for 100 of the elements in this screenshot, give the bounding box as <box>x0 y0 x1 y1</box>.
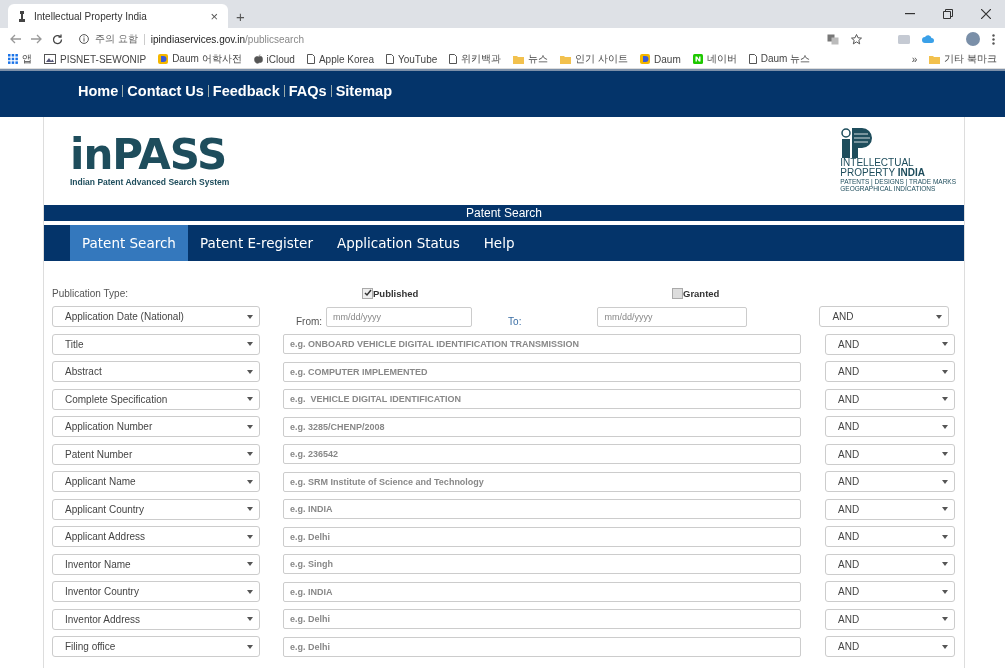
dropdown[interactable]: Abstract <box>52 361 260 383</box>
caret-icon <box>942 562 948 567</box>
dropdown[interactable]: AND <box>825 388 955 410</box>
nav-tab[interactable]: Patent Search <box>70 225 188 261</box>
caret-icon <box>247 397 253 402</box>
new-tab-button[interactable]: + <box>236 8 245 28</box>
apple-icon <box>253 54 263 64</box>
restore-icon[interactable] <box>943 9 953 19</box>
nav-link[interactable]: Home <box>78 83 119 99</box>
search-field[interactable]: e.g. Delhi <box>283 609 801 630</box>
cloud-icon[interactable] <box>922 35 934 43</box>
checkbox[interactable] <box>672 287 683 299</box>
page-icon <box>386 54 394 64</box>
tab-close-button[interactable]: × <box>210 8 218 24</box>
dropdown[interactable]: AND <box>825 526 955 548</box>
search-field[interactable]: e.g. 236542 <box>283 444 801 465</box>
menu-icon[interactable] <box>992 33 995 45</box>
caret-icon <box>247 424 253 429</box>
search-field[interactable]: e.g. ONBOARD VEHICLE DIGITAL IDENTIFICATION TRANSMISSION <box>283 334 801 355</box>
bookmark-item[interactable]: iCloud <box>253 53 295 65</box>
nav-tab[interactable]: Application Status <box>324 225 472 261</box>
dropdown[interactable]: AND <box>819 306 950 328</box>
page-icon <box>449 54 458 64</box>
nav-tab[interactable]: Patent E-register <box>187 225 325 261</box>
nav-link[interactable]: Contact Us <box>127 83 204 99</box>
star-icon[interactable] <box>851 33 862 45</box>
search-field[interactable]: e.g. INDIA <box>283 581 801 602</box>
dropdown[interactable]: AND <box>825 443 955 465</box>
dropdown[interactable]: AND <box>825 361 955 383</box>
avatar-icon[interactable] <box>966 32 980 46</box>
bookmark-item[interactable]: Apple Korea <box>306 53 374 65</box>
dropdown[interactable]: Patent Number <box>52 443 260 465</box>
dropdown[interactable]: Applicant Country <box>52 498 260 520</box>
bookmark-item[interactable]: 인기 사이트 <box>560 52 629 66</box>
bookmark-item[interactable]: 뉴스 <box>513 52 549 66</box>
dropdown[interactable]: Inventor Name <box>52 553 260 575</box>
dropdown[interactable]: AND <box>825 416 955 438</box>
forward-icon[interactable] <box>31 34 42 44</box>
apps-grid-icon <box>8 54 18 64</box>
search-field[interactable]: e.g. Singh <box>283 554 801 575</box>
tab-title: Intellectual Property India <box>34 10 148 22</box>
translate-icon[interactable] <box>827 33 839 45</box>
bookmark-item[interactable]: 기타 북마크 <box>929 52 997 66</box>
nav-link[interactable]: Sitemap <box>335 83 393 99</box>
bookmark-item[interactable]: 네이버 <box>692 52 737 66</box>
nav-link[interactable]: FAQs <box>288 83 327 99</box>
bookmark-item[interactable]: Daum <box>640 53 681 65</box>
date-field[interactable]: mm/dd/yyyy <box>597 306 748 327</box>
dropdown[interactable]: AND <box>825 636 955 658</box>
caret-icon <box>942 424 948 429</box>
address-bar[interactable]: 주의 요함 ipindiaservices.gov.in/publicsearch <box>73 30 817 48</box>
back-icon[interactable] <box>10 34 21 44</box>
bookmark-item[interactable]: Daum 뉴스 <box>748 52 811 66</box>
emblem-icon <box>18 10 26 22</box>
close-icon[interactable] <box>981 9 991 19</box>
minimize-icon[interactable] <box>905 13 915 15</box>
search-field[interactable]: e.g. VEHICLE DIGITAL IDENTIFICATION <box>283 389 801 410</box>
search-field[interactable]: e.g. COMPUTER IMPLEMENTED <box>283 361 801 382</box>
dropdown[interactable]: AND <box>825 581 955 603</box>
caret-icon <box>936 314 943 319</box>
caret-icon <box>942 342 948 347</box>
bookmark-item[interactable]: 위키백과 <box>449 52 502 66</box>
dropdown[interactable]: Applicant Address <box>52 526 260 548</box>
dropdown[interactable]: Title <box>52 333 260 355</box>
search-field[interactable]: e.g. 3285/CHENP/2008 <box>283 416 801 437</box>
caret-icon <box>942 644 948 649</box>
dropdown[interactable]: Inventor Country <box>52 581 260 603</box>
dropdown[interactable]: Application Number <box>52 416 260 438</box>
more-bookmarks-button[interactable]: » <box>911 53 918 65</box>
search-field[interactable]: e.g. INDIA <box>283 499 801 520</box>
browser-tab[interactable]: Intellectual Property India × <box>8 4 228 28</box>
search-field[interactable]: e.g. SRM Institute of Science and Technology <box>283 471 801 492</box>
nav-tab[interactable]: Help <box>471 225 527 261</box>
field-label: Publication Type: <box>52 287 129 299</box>
bookmark-item[interactable]: 앱 <box>8 52 32 66</box>
dropdown[interactable]: AND <box>825 608 955 630</box>
dropdown[interactable]: Application Date (National) <box>52 306 260 328</box>
reload-icon[interactable] <box>52 33 63 45</box>
bookmark-item[interactable]: PISNET-SEWONIP <box>44 53 147 65</box>
search-field[interactable]: e.g. Delhi <box>283 526 801 547</box>
date-field[interactable]: mm/dd/yyyy <box>326 306 473 327</box>
dropdown[interactable]: AND <box>825 471 955 493</box>
caret-icon <box>942 534 948 539</box>
bookmark-item[interactable]: YouTube <box>386 53 438 65</box>
dropdown[interactable]: AND <box>825 333 955 355</box>
search-field[interactable]: e.g. Delhi <box>283 636 801 657</box>
checkbox[interactable] <box>362 287 373 299</box>
dropdown[interactable]: Applicant Name <box>52 471 260 493</box>
dropdown[interactable]: Complete Specification <box>52 388 260 410</box>
nav-link[interactable]: Feedback <box>212 83 280 99</box>
bookmark-item[interactable]: Daum 어학사전 <box>158 52 242 66</box>
field-label: To: <box>508 316 522 328</box>
checkbox-label: Granted <box>683 287 720 299</box>
dropdown[interactable]: AND <box>825 498 955 520</box>
caret-icon <box>247 617 253 622</box>
caret-icon <box>247 369 253 374</box>
dropdown[interactable]: Filing office <box>52 636 260 658</box>
dropdown[interactable]: AND <box>825 553 955 575</box>
dropdown[interactable]: Inventor Address <box>52 608 260 630</box>
folder-icon <box>929 54 941 64</box>
